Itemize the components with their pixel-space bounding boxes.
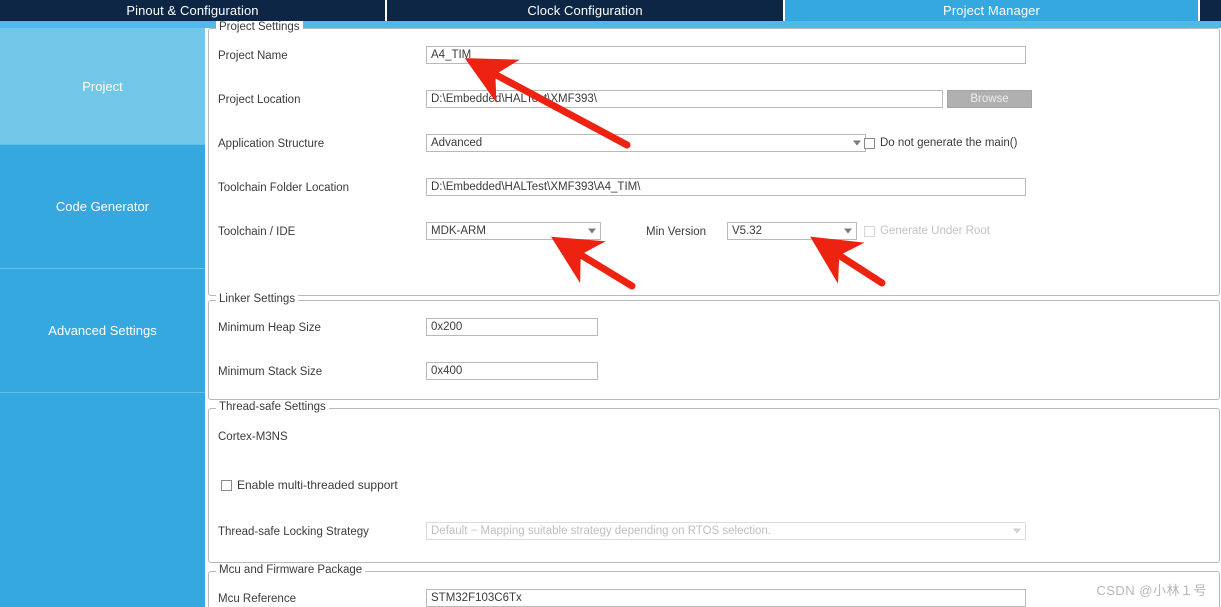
mcu-firmware-package-legend: Mcu and Firmware Package [216,564,366,576]
tab-pinout-and-configuration[interactable]: Pinout & Configuration [0,0,387,21]
min-version-value: V5.32 [732,225,763,237]
toolchain-folder-location-label: Toolchain Folder Location [218,182,350,194]
application-structure-value: Advanced [431,137,483,149]
sidebar-item-project[interactable]: Project [0,28,205,145]
tab-bar-right-cap [1201,0,1221,21]
tab-label: Project Manager [943,3,1040,18]
thread-safe-settings-legend: Thread-safe Settings [216,401,329,413]
checkbox-box [864,225,875,237]
sidebar-item-label: Advanced Settings [48,323,157,338]
application-structure-select[interactable]: Advanced [426,134,866,152]
tab-project-manager[interactable]: Project Manager [785,0,1200,21]
thread-safe-locking-strategy-select: Default − Mapping suitable strategy depe… [426,522,1026,540]
min-version-select[interactable]: V5.32 [727,222,857,240]
linker-settings-legend: Linker Settings [216,293,299,305]
thread-safe-locking-strategy-label: Thread-safe Locking Strategy [218,526,369,538]
thread-safe-settings-group: Thread-safe Settings Cortex-M3NS Enable … [208,401,1220,563]
sidebar-item-code-generator[interactable]: Code Generator [0,145,205,269]
checkbox-box [864,137,875,149]
minimum-heap-size-input[interactable]: 0x200 [426,318,598,336]
toolchain-folder-location-input: D:\Embedded\HALTest\XMF393\A4_TIM\ [426,178,1026,196]
toolchain-ide-value: MDK-ARM [431,225,486,237]
enable-multi-threaded-support-checkbox[interactable]: Enable multi-threaded support [221,478,398,492]
project-name-input[interactable]: A4_TIM [426,46,1026,64]
min-version-label: Min Version [646,226,707,238]
cubemx-project-manager-window: Pinout & Configuration Clock Configurati… [0,0,1221,607]
enable-multi-threaded-support-label: Enable multi-threaded support [237,478,398,492]
mcu-firmware-package-group: Mcu and Firmware Package Mcu Reference S… [208,564,1220,607]
project-settings-group: Project Settings Project Name A4_TIM Pro… [208,21,1220,296]
browse-button[interactable]: Browse [947,90,1032,108]
chevron-down-icon [844,228,852,234]
sidebar-item-advanced-settings[interactable]: Advanced Settings [0,269,205,393]
generate-under-root-label: Generate Under Root [880,225,990,237]
main-tab-bar: Pinout & Configuration Clock Configurati… [0,0,1221,21]
tab-label: Clock Configuration [527,3,643,18]
mcu-reference-input: STM32F103C6Tx [426,589,1026,607]
project-location-label: Project Location [218,94,301,106]
checkbox-box [221,479,232,491]
thread-safe-locking-strategy-value: Default − Mapping suitable strategy depe… [431,525,771,537]
sidebar-item-empty [0,393,205,607]
tab-underline-strip [0,0,1221,28]
do-not-generate-main-label: Do not generate the main() [880,137,1018,149]
application-structure-label: Application Structure [218,138,325,150]
project-location-input[interactable]: D:\Embedded\HALTest\XMF393\ [426,90,943,108]
project-manager-sidebar: Project Code Generator Advanced Settings [0,28,205,607]
do-not-generate-main-checkbox[interactable]: Do not generate the main() [864,137,1017,149]
mcu-reference-label: Mcu Reference [218,593,296,605]
generate-under-root-checkbox: Generate Under Root [864,225,990,237]
minimum-stack-size-input[interactable]: 0x400 [426,362,598,380]
core-name-text: Cortex-M3NS [218,431,288,443]
csdn-watermark: CSDN @小林１号 [1096,583,1207,598]
linker-settings-group: Linker Settings Minimum Heap Size 0x200 … [208,293,1220,400]
project-manager-content: Project Settings Project Name A4_TIM Pro… [205,21,1221,607]
toolchain-ide-label: Toolchain / IDE [218,226,296,238]
tab-label: Pinout & Configuration [126,3,259,18]
project-name-label: Project Name [218,50,288,62]
chevron-down-icon [853,140,861,146]
tab-clock-configuration[interactable]: Clock Configuration [387,0,785,21]
chevron-down-icon [588,228,596,234]
sidebar-item-label: Project [82,78,123,94]
minimum-stack-size-label: Minimum Stack Size [218,366,323,378]
chevron-down-icon [1013,528,1021,534]
toolchain-ide-select[interactable]: MDK-ARM [426,222,601,240]
project-settings-legend: Project Settings [216,21,303,33]
minimum-heap-size-label: Minimum Heap Size [218,322,321,334]
sidebar-item-label: Code Generator [55,199,150,214]
